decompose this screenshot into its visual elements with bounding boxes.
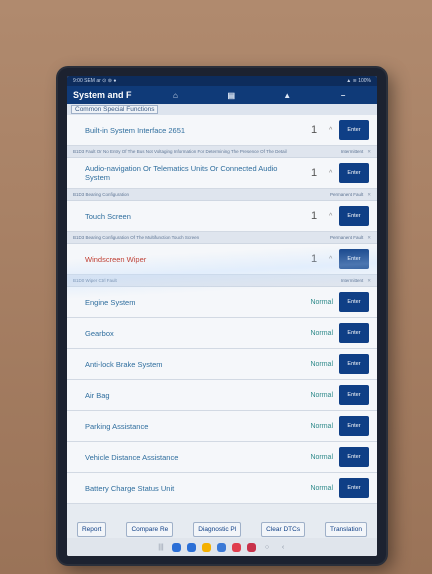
status-bar: 9:00 SEM ar ⊙ ⊚ ● ▲ ≋ 100% [67,76,377,86]
system-name: Gearbox [85,328,114,338]
recent-apps-icon[interactable]: ||| [156,544,166,551]
status-text: Normal [310,453,333,461]
toolbar-button[interactable]: Compare Re [126,521,174,537]
fault-status: Permanent Fault ✕ [330,192,371,198]
fault-type: Permanent Fault [329,191,364,197]
page-title: System and F [73,90,132,100]
fault-type: Intermittent [340,277,364,283]
fault-count: 1 [310,253,318,265]
system-name: Parking Assistance [85,421,149,431]
system-row[interactable]: Anti-lock Brake System Normal Enter [67,349,377,380]
fault-count: 1 [310,124,318,136]
enter-button[interactable]: Enter [339,354,369,374]
system-row[interactable]: Vehicle Distance Assistance Normal Enter [67,442,377,473]
fault-description: B1D3 Bearing Configuration Permanent Faul… [67,189,377,201]
toolbar-button[interactable]: Report [76,521,107,537]
enter-button[interactable]: Enter [339,478,369,498]
system-name: Windscreen Wiper [85,254,147,264]
person-icon[interactable]: ▲ [259,91,315,100]
fault-status: Permanent Fault ✕ [330,235,371,241]
system-name: Built-in System Interface 2651 [85,125,186,135]
status-text: Normal [310,360,333,368]
status-text: Normal [310,484,333,492]
tablet-device: 9:00 SEM ar ⊙ ⊚ ● ▲ ≋ 100% System and F … [58,68,386,564]
messages-app-icon[interactable] [232,542,241,552]
browser-app-icon[interactable] [217,542,226,552]
toolbar-button[interactable]: Clear DTCs [261,521,306,537]
status-text: Normal [310,391,333,399]
enter-button[interactable]: Enter [339,416,369,436]
enter-button[interactable]: Enter [339,292,369,312]
chevron-up-icon[interactable]: ^ [329,256,339,263]
enter-button[interactable]: Enter [339,206,369,226]
enter-button[interactable]: Enter [339,323,369,343]
close-icon[interactable]: ✕ [367,149,371,154]
fault-type: Intermittent [340,148,364,154]
close-icon[interactable]: ✕ [367,278,371,283]
fault-status: Intermittent ✕ [341,149,371,155]
system-row[interactable]: Parking Assistance Normal Enter [67,411,377,442]
fault-description: B1D0 Wiper Ctrl Fault Intermittent ✕ [67,275,377,287]
system-name: Engine System [85,297,136,307]
chevron-up-icon[interactable]: ^ [329,127,339,134]
system-row[interactable]: Audio-navigation Or Telematics Units Or … [67,158,377,189]
chevron-up-icon[interactable]: ^ [329,170,339,177]
system-name: Battery Charge Status Unit [85,483,175,493]
more-icon[interactable]: – [315,91,371,100]
fault-count: 1 [310,210,318,222]
enter-button[interactable]: Enter [339,447,369,467]
home-icon[interactable]: ⌂ [148,91,204,100]
section-header: Common Special Functions [67,104,377,115]
system-row[interactable]: Touch Screen 1 ^ Enter [67,201,377,232]
app-screen: 9:00 SEM ar ⊙ ⊚ ● ▲ ≋ 100% System and F … [67,76,377,556]
store-app-icon[interactable] [202,542,211,552]
status-text: Normal [310,329,333,337]
toolbar-button[interactable]: Diagnostic Pl [193,521,242,537]
enter-button[interactable]: Enter [339,385,369,405]
android-nav-bar: ||| ○ ‹ [67,538,377,556]
fault-code-text: B1D3 Bearing Configuration [73,192,130,197]
home-button-icon[interactable]: ○ [262,544,272,551]
system-name: Air Bag [85,390,110,400]
status-right: ▲ ≋ 100% [346,78,371,84]
enter-button[interactable]: Enter [339,120,369,140]
enter-button[interactable]: Enter [339,163,369,183]
system-name: Touch Screen [85,211,131,221]
toolbar-button[interactable]: Translation [325,521,367,537]
section-title: Common Special Functions [71,105,159,114]
fault-code-text: B1D0 Wiper Ctrl Fault [73,278,117,283]
enter-button[interactable]: Enter [339,249,369,269]
title-bar: System and F ⌂ ▤ ▲ – [67,86,377,104]
fault-description: B1D3 Bearing Configuration Of The Multif… [67,232,377,244]
system-row[interactable]: Battery Charge Status Unit Normal Enter [67,473,377,504]
system-name: Anti-lock Brake System [85,359,163,369]
bottom-toolbar: Report Compare Re Diagnostic Pl Clear DTCs T… [67,520,377,538]
gallery-app-icon[interactable] [247,542,256,552]
fault-code-text: B1D3 Fault Or No Entry Of The Bus Not Vo… [73,149,287,154]
fault-status: Intermittent ✕ [341,278,371,284]
system-name: Audio-navigation Or Telematics Units Or … [85,164,278,182]
fault-description: B1D3 Fault Or No Entry Of The Bus Not Vo… [67,146,377,158]
fault-count: 1 [310,167,318,179]
status-text: Normal [310,298,333,306]
system-name: Vehicle Distance Assistance [85,452,179,462]
system-row[interactable]: Windscreen Wiper 1 ^ Enter [67,244,377,275]
back-icon[interactable]: ‹ [278,544,288,551]
system-row[interactable]: Gearbox Normal Enter [67,318,377,349]
system-list: Built-in System Interface 2651 1 ^ Enter B1D… [67,115,377,522]
system-row[interactable]: Built-in System Interface 2651 1 ^ Enter [67,115,377,146]
camera-app-icon[interactable] [187,542,196,552]
phone-app-icon[interactable] [172,542,181,552]
document-icon[interactable]: ▤ [203,91,259,100]
system-row[interactable]: Engine System Normal Enter [67,287,377,318]
close-icon[interactable]: ✕ [367,235,371,240]
close-icon[interactable]: ✕ [367,192,371,197]
fault-type: Permanent Fault [329,234,364,240]
system-row[interactable]: Air Bag Normal Enter [67,380,377,411]
status-left: 9:00 SEM ar ⊙ ⊚ ● [73,78,117,84]
status-text: Normal [310,422,333,430]
fault-code-text: B1D3 Bearing Configuration Of The Multif… [73,235,200,240]
chevron-up-icon[interactable]: ^ [329,213,339,220]
